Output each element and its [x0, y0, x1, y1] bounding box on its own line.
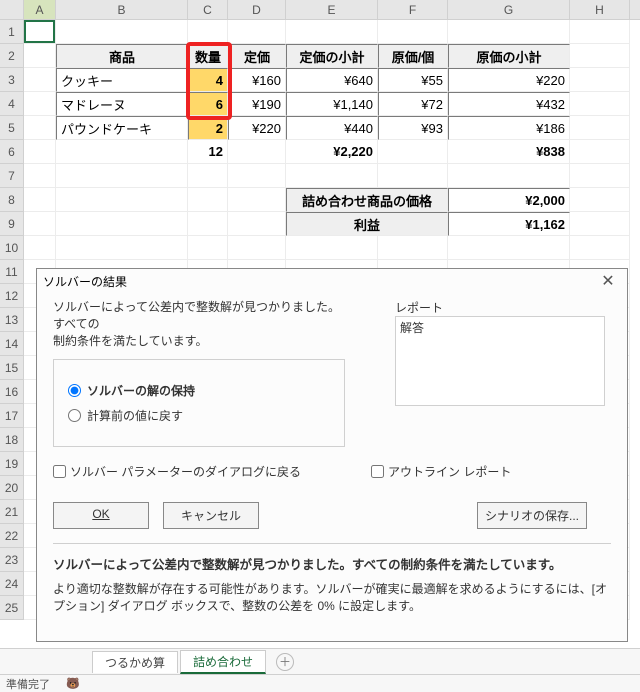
col-H[interactable]: H	[570, 0, 630, 19]
table-row[interactable]: クッキー	[56, 68, 188, 92]
close-icon[interactable]: ✕	[595, 271, 621, 291]
th-cost[interactable]: 原価/個	[378, 44, 448, 68]
col-G[interactable]: G	[448, 0, 570, 19]
th-price[interactable]: 定価	[228, 44, 286, 68]
col-A[interactable]: A	[24, 0, 56, 19]
sheet-tabs: つるかめ算 詰め合わせ ＋	[0, 648, 640, 674]
label-package-price[interactable]: 詰め合わせ商品の価格	[286, 188, 448, 212]
col-D[interactable]: D	[228, 0, 286, 19]
dialog-title: ソルバーの結果	[43, 273, 127, 290]
reports-list[interactable]: 解答	[395, 316, 605, 406]
col-B[interactable]: B	[56, 0, 188, 19]
solver-results-dialog: ソルバーの結果 ✕ ソルバーによって公差内で整数解が見つかりました。すべての 制…	[36, 268, 628, 642]
cell-A1[interactable]	[24, 20, 56, 44]
add-sheet-icon[interactable]: ＋	[276, 653, 294, 671]
reports-label: レポート	[395, 299, 605, 316]
column-headers: A B C D E F G H	[0, 0, 640, 20]
col-E[interactable]: E	[286, 0, 378, 19]
total-price[interactable]: ¥2,220	[286, 140, 378, 164]
col-C[interactable]: C	[188, 0, 228, 19]
status-ready: 準備完了	[6, 676, 50, 692]
th-qty[interactable]: 数量	[188, 44, 228, 68]
col-F[interactable]: F	[378, 0, 448, 19]
save-scenario-button[interactable]: シナリオの保存...	[477, 502, 587, 529]
chk-outline-report[interactable]: アウトライン レポート	[371, 463, 511, 480]
ok-button[interactable]: OK	[53, 502, 149, 529]
total-cost[interactable]: ¥838	[448, 140, 570, 164]
chk-return-dialog[interactable]: ソルバー パラメーターのダイアログに戻る	[53, 463, 301, 480]
th-product[interactable]: 商品	[56, 44, 188, 68]
th-costsub[interactable]: 原価の小計	[448, 44, 570, 68]
label-profit[interactable]: 利益	[286, 212, 448, 236]
tab-tsumeawase[interactable]: 詰め合わせ	[180, 650, 266, 674]
table-row[interactable]: パウンドケーキ	[56, 116, 188, 140]
result-summary: ソルバーによって公差内で整数解が見つかりました。すべての制約条件を満たしています…	[53, 554, 611, 573]
rowhdr-1[interactable]: 1	[0, 20, 24, 44]
radio-restore-values[interactable]: 計算前の値に戻す	[68, 407, 330, 424]
result-detail: より適切な整数解が存在する可能性があります。ソルバーが確実に最適解を求めるように…	[53, 581, 611, 615]
th-subtotal[interactable]: 定価の小計	[286, 44, 378, 68]
cancel-button[interactable]: キャンセル	[163, 502, 259, 529]
status-bar: 準備完了 🐻	[0, 674, 640, 692]
val-profit[interactable]: ¥1,162	[448, 212, 570, 236]
table-row[interactable]: マドレーヌ	[56, 92, 188, 116]
val-package-price[interactable]: ¥2,000	[448, 188, 570, 212]
solution-options: ソルバーの解の保持 計算前の値に戻す	[53, 359, 345, 447]
status-icon: 🐻	[66, 677, 80, 690]
total-qty[interactable]: 12	[188, 140, 228, 164]
tab-tsurukame[interactable]: つるかめ算	[92, 651, 178, 673]
radio-keep-solution[interactable]: ソルバーの解の保持	[68, 382, 330, 399]
